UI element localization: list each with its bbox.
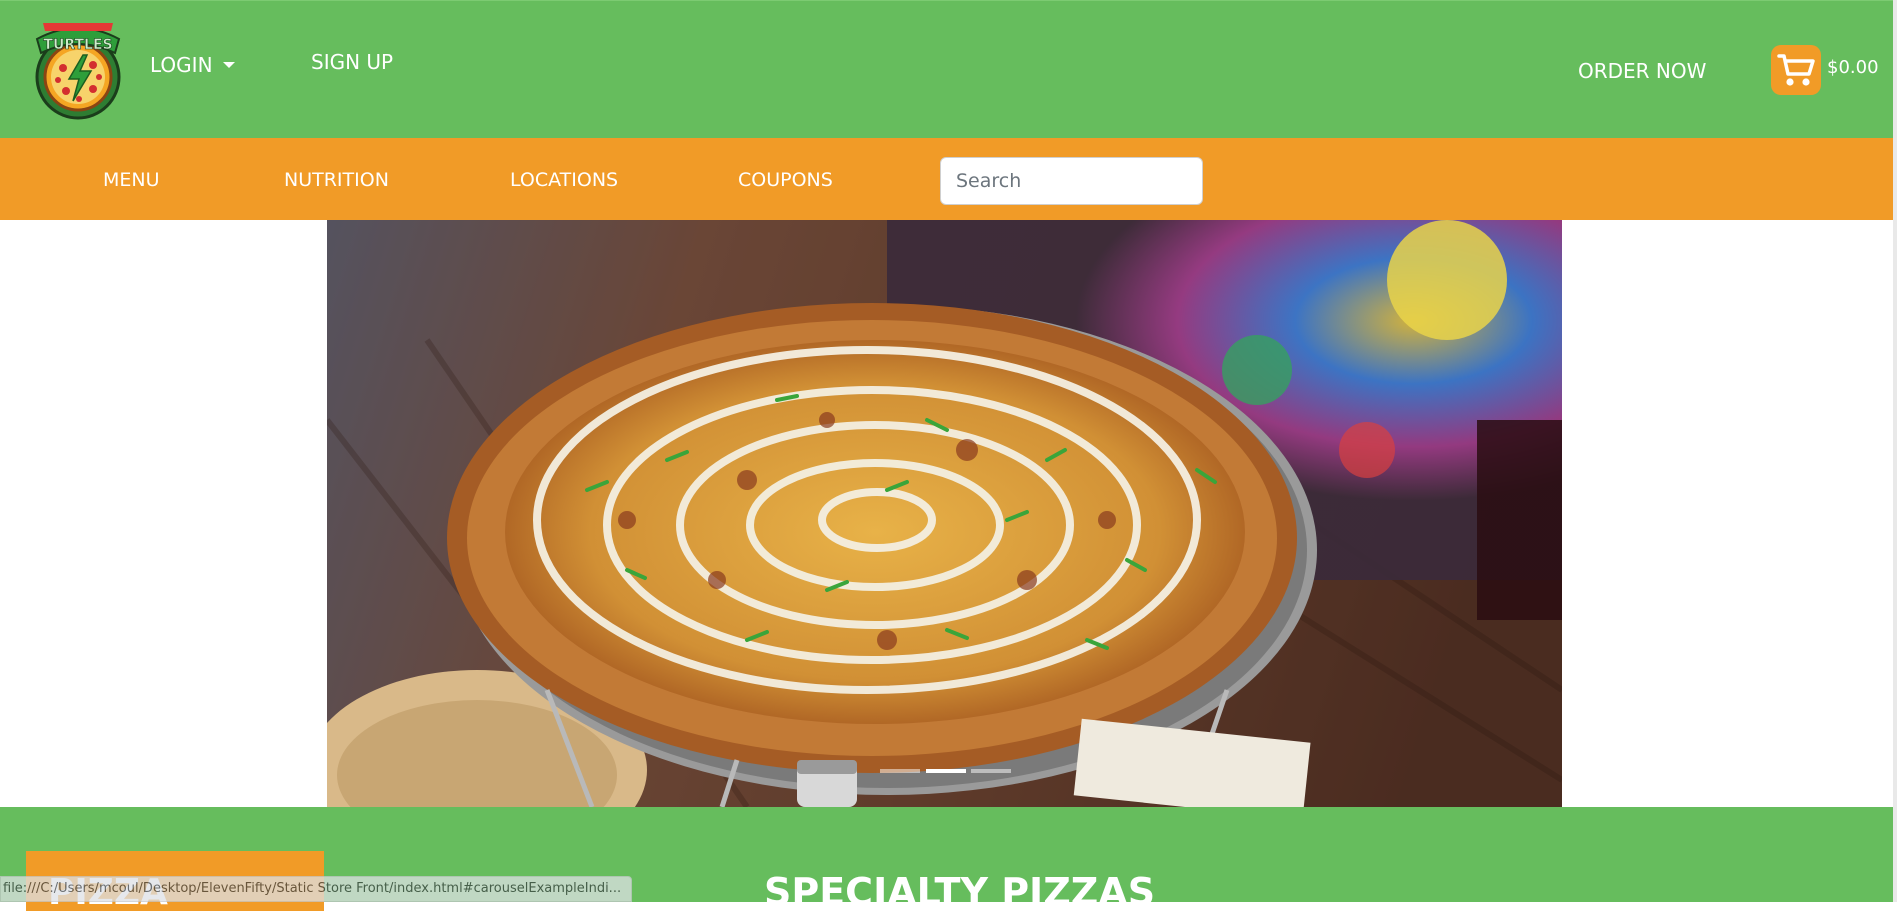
pizza-photo (327, 220, 1562, 807)
nav-nutrition[interactable]: NUTRITION (284, 169, 389, 191)
carousel-indicator-3[interactable] (971, 769, 1011, 773)
browser-status-url: file:///C:/Users/mcoul/Desktop/ElevenFif… (0, 876, 632, 902)
nav-locations[interactable]: LOCATIONS (510, 169, 618, 191)
signup-link[interactable]: SIGN UP (311, 50, 393, 74)
carousel-indicator-2[interactable] (926, 769, 966, 773)
cart-button[interactable] (1771, 45, 1821, 95)
search-input[interactable] (940, 157, 1203, 205)
nav-coupons[interactable]: COUPONS (738, 169, 833, 191)
caret-down-icon (222, 62, 235, 68)
hero-carousel[interactable] (327, 220, 1562, 807)
carousel-indicator-1[interactable] (880, 769, 920, 773)
order-now-link[interactable]: ORDER NOW (1578, 59, 1706, 83)
nav-menu[interactable]: MENU (103, 169, 160, 191)
section-title: SPECIALTY PIZZAS (764, 870, 1156, 914)
page-scrollbar[interactable] (1893, 0, 1897, 902)
logo-wordmark: TURTLES (43, 37, 112, 53)
login-label: LOGIN (150, 53, 213, 77)
cart-total: $0.00 (1827, 57, 1879, 78)
shopping-cart-icon (1777, 54, 1815, 86)
brand-logo[interactable]: TURTLES (33, 13, 123, 123)
login-dropdown[interactable]: LOGIN (150, 53, 235, 77)
